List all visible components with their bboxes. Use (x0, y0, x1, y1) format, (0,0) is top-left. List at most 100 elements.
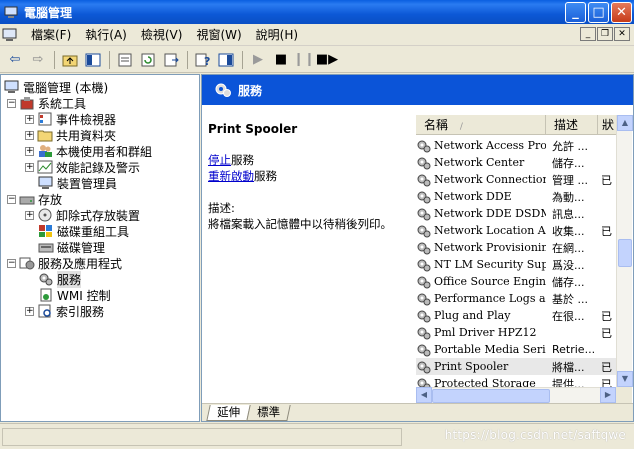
column-header-name[interactable]: 名稱 / (416, 115, 546, 135)
collapse-icon[interactable]: − (7, 194, 16, 204)
tree-node-indexing[interactable]: + 索引服務 (25, 303, 104, 319)
column-header-desc[interactable]: 描述 (546, 115, 598, 135)
tree-node-system-tools[interactable]: − 系統工具 (7, 95, 86, 111)
menu-help[interactable]: 說明(H) (249, 26, 305, 43)
menu-view[interactable]: 檢視(V) (134, 26, 190, 43)
scroll-up-arrow[interactable]: ▲ (617, 115, 633, 131)
table-row[interactable]: Print Spooler 將檔... 已 (416, 358, 616, 375)
wmi-icon (40, 288, 52, 302)
export-list-icon[interactable] (160, 50, 182, 70)
properties-icon[interactable] (114, 50, 136, 70)
tree-node-wmi[interactable]: WMI 控制 (38, 287, 111, 303)
tab-extended[interactable]: 延伸 (206, 405, 251, 421)
pause-icon[interactable]: ❙❙ (293, 50, 315, 70)
vertical-scroll-thumb[interactable] (618, 239, 632, 267)
tree-node-defrag[interactable]: 磁碟重組工具 (38, 223, 129, 239)
table-row[interactable]: Pml Driver HPZ12 已 (416, 324, 616, 341)
up-folder-icon[interactable] (59, 50, 81, 70)
stop-icon[interactable]: ■ (270, 50, 292, 70)
table-row[interactable]: Plug and Play 在很... 已 (416, 307, 616, 324)
tree-node-event-viewer[interactable]: + 事件檢視器 (25, 111, 116, 127)
title-bar[interactable]: 電腦管理 _ □ ✕ (0, 0, 634, 24)
service-name-cell: Network Center (416, 156, 546, 170)
tree-node-removable-storage[interactable]: + 卸除式存放裝置 (25, 207, 140, 223)
scroll-left-arrow[interactable]: ◀ (416, 387, 432, 403)
tree-node-services-apps[interactable]: − 服務及應用程式 (7, 255, 122, 271)
expand-icon[interactable]: + (25, 162, 34, 172)
collapse-icon[interactable]: − (7, 258, 16, 268)
collapse-icon[interactable]: − (7, 98, 16, 108)
expand-icon[interactable]: + (25, 130, 34, 140)
window-title: 電腦管理 (24, 5, 73, 20)
tab-standard[interactable]: 標準 (246, 405, 291, 421)
console-tree[interactable]: 電腦管理 (本機) − 系統工具 + 事件檢視器 + 共用資料夾 + 本機使用者… (0, 74, 200, 422)
expand-icon[interactable]: + (25, 210, 34, 220)
service-name-cell: NT LM Security Sup... (416, 258, 546, 272)
tree-label: 本機使用者和群組 (56, 144, 153, 159)
mdi-minimize-button[interactable]: _ (580, 27, 596, 41)
service-name: Network Provisionin... (434, 241, 546, 254)
maximize-button[interactable]: □ (588, 1, 609, 23)
table-row[interactable]: Network Provisionin... 在網... (416, 239, 616, 256)
mdi-restore-button[interactable]: ❐ (597, 27, 613, 41)
table-row[interactable]: Network Access Prot... 允許 ... (416, 137, 616, 154)
restart-icon[interactable]: ■▶ (316, 50, 338, 70)
service-gear-icon (417, 327, 431, 339)
tree-node-perf-logs[interactable]: + 效能記錄及警示 (25, 159, 140, 175)
column-header-status[interactable]: 狀 (598, 115, 616, 135)
tree-node-disk-management[interactable]: 磁碟管理 (38, 239, 105, 255)
table-row[interactable]: Performance Logs a... 基於 ... (416, 290, 616, 307)
table-row[interactable]: Network DDE 為動... (416, 188, 616, 205)
scroll-down-arrow[interactable]: ▼ (617, 371, 633, 387)
tree-node-root[interactable]: 電腦管理 (本機) (4, 79, 108, 95)
console-window-icon[interactable] (2, 28, 18, 42)
minimize-button[interactable]: _ (565, 1, 586, 23)
horizontal-scrollbar[interactable]: ◀ ▶ (416, 387, 616, 403)
services-list[interactable]: 名稱 / 描述 狀 Network Access Prot...允許 ...Ne… (416, 115, 633, 405)
tree-node-services[interactable]: 服務 (38, 270, 82, 288)
table-row[interactable]: Network DDE DSDM 訊息... (416, 205, 616, 222)
help-icon[interactable]: ? (192, 50, 214, 70)
table-row[interactable]: Office Source Engine 儲存... (416, 273, 616, 290)
tree-node-local-users[interactable]: + 本機使用者和群組 (25, 143, 152, 159)
expand-icon[interactable]: + (25, 146, 34, 156)
mdi-close-button[interactable]: ✕ (614, 27, 630, 41)
restart-service-link[interactable]: 重新啟動 (208, 169, 254, 183)
tree-node-storage[interactable]: − 存放 (7, 191, 62, 207)
close-button[interactable]: ✕ (611, 1, 632, 23)
service-desc: Retrie... (552, 343, 596, 356)
show-tree-icon[interactable] (82, 50, 104, 70)
expand-icon[interactable]: + (25, 306, 34, 316)
scroll-right-arrow[interactable]: ▶ (600, 387, 616, 403)
service-desc: 訊息... (552, 207, 585, 221)
table-row[interactable]: Network Connections 管理 ... 已 (416, 171, 616, 188)
expand-icon[interactable]: + (25, 114, 34, 124)
back-icon[interactable]: ⇦ (4, 50, 26, 70)
toolbar-separator (187, 50, 188, 69)
play-icon[interactable]: ▶ (247, 50, 269, 70)
horizontal-scroll-thumb[interactable] (432, 389, 550, 403)
tree-label: 裝置管理員 (57, 176, 118, 191)
services-gear-icon (39, 273, 53, 286)
menu-window[interactable]: 視窗(W) (189, 26, 248, 43)
table-row[interactable]: NT LM Security Sup... 爲没... (416, 256, 616, 273)
tree-label: 卸除式存放裝置 (56, 208, 141, 223)
service-gear-icon (417, 157, 431, 169)
description-panel: Print Spooler 停止服務 重新啟動服務 描述: 將檔案載入記憶體中以… (202, 119, 414, 399)
tree-node-shared-folders[interactable]: + 共用資料夾 (25, 127, 116, 143)
forward-icon[interactable]: ⇨ (27, 50, 49, 70)
console-icon[interactable] (215, 50, 237, 70)
menu-action[interactable]: 執行(A) (78, 26, 134, 43)
stop-service-link[interactable]: 停止 (208, 153, 231, 167)
menu-file[interactable]: 檔案(F) (24, 26, 78, 43)
disk-management-icon (38, 243, 54, 253)
service-name: Network Center (434, 156, 525, 169)
vertical-scrollbar[interactable]: ▲ ▼ (616, 115, 633, 387)
defrag-icon (39, 225, 52, 237)
service-name: Performance Logs a... (434, 292, 546, 305)
table-row[interactable]: Network Location A... 收集... 已 (416, 222, 616, 239)
table-row[interactable]: Network Center 儲存... (416, 154, 616, 171)
table-row[interactable]: Portable Media Seria... Retrie... (416, 341, 616, 358)
refresh-icon[interactable] (137, 50, 159, 70)
tree-node-device-manager[interactable]: 裝置管理員 (38, 175, 117, 191)
